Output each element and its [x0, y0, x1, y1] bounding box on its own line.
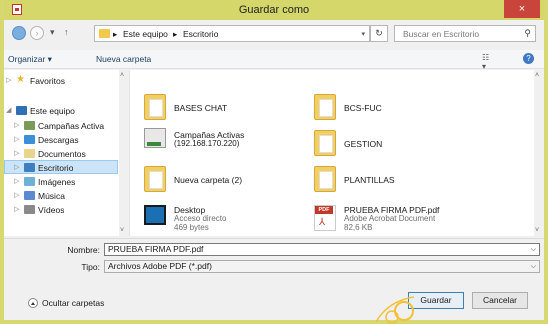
file-list: BASES CHAT BCS-FUC Campañas Activas (192…: [130, 70, 544, 236]
new-folder-button[interactable]: Nueva carpeta: [96, 54, 151, 64]
folder-icon: [314, 166, 336, 192]
help-icon[interactable]: ?: [523, 53, 534, 64]
file-item-prueba-firma-pdf[interactable]: PDF ⅄ PRUEBA FIRMA PDF.pdf Adobe Acrobat…: [314, 205, 484, 233]
nav-item-descargas[interactable]: ▷ Descargas: [4, 133, 118, 147]
save-dialog: Guardar como × › ▾ ↑ ▸ Este equipo ▸ Esc…: [0, 0, 548, 324]
hide-folders-button[interactable]: Ocultar carpetas: [42, 298, 104, 308]
music-icon: [24, 191, 35, 200]
collapse-icon[interactable]: [28, 298, 38, 308]
nav-item-documentos[interactable]: ▷ Documentos: [4, 147, 118, 161]
search-icon: ⚲: [524, 28, 531, 38]
network-drive-icon: [24, 121, 35, 130]
computer-icon: [16, 106, 27, 115]
folder-icon: [314, 94, 336, 120]
breadcrumb-separator: ▸: [113, 29, 118, 39]
organize-button[interactable]: Organizar ▾: [8, 54, 52, 65]
desktop-icon: [24, 163, 35, 172]
downloads-icon: [24, 135, 35, 144]
address-dropdown-icon[interactable]: ▾: [361, 30, 365, 38]
file-item-gestion[interactable]: GESTION: [314, 130, 484, 158]
nav-item-imagenes[interactable]: ▷ Imágenes: [4, 175, 118, 189]
filetype-label: Tipo:: [81, 262, 100, 272]
file-item-campanas-activas[interactable]: Campañas Activas (192.168.170.220): [144, 128, 314, 156]
breadcrumb-este-equipo[interactable]: Este equipo: [123, 29, 168, 39]
folder-icon: [314, 130, 336, 156]
breadcrumb-separator: ▸: [173, 29, 178, 39]
network-folder-icon: [144, 128, 166, 148]
documents-icon: [24, 149, 35, 158]
folder-icon: [144, 94, 166, 120]
cancel-button[interactable]: Cancelar: [472, 292, 528, 309]
nav-item-musica[interactable]: ▷ Música: [4, 189, 118, 203]
videos-icon: [24, 205, 35, 214]
file-item-plantillas[interactable]: PLANTILLAS: [314, 166, 484, 194]
nav-item-favoritos[interactable]: ▷ ★ Favoritos: [4, 74, 118, 88]
search-placeholder: Buscar en Escritorio: [403, 29, 480, 39]
pictures-icon: [24, 177, 35, 186]
folder-icon: [144, 166, 166, 192]
cursor-highlight-icon: [375, 296, 415, 324]
title-bar[interactable]: Guardar como ×: [4, 0, 544, 20]
nav-item-campanas-activas[interactable]: ▷ Campañas Activa: [4, 119, 118, 133]
file-list-scrollbar[interactable]: ˄ ˅: [534, 70, 544, 236]
chevron-down-icon[interactable]: ⌵: [531, 244, 536, 255]
search-input[interactable]: Buscar en Escritorio ⚲: [394, 25, 536, 42]
back-button[interactable]: [12, 26, 26, 40]
breadcrumb-escritorio[interactable]: Escritorio: [183, 29, 218, 39]
file-item-nueva-carpeta[interactable]: Nueva carpeta (2): [144, 166, 314, 194]
dialog-footer: Ocultar carpetas Guardar Cancelar: [4, 282, 544, 320]
view-options-icon[interactable]: ☷ ▾: [482, 53, 494, 71]
dialog-body: › ▾ ↑ ▸ Este equipo ▸ Escritorio ▾ ↻ Bus…: [4, 20, 544, 320]
recent-dropdown-icon[interactable]: ▾: [50, 27, 55, 38]
address-row: › ▾ ↑ ▸ Este equipo ▸ Escritorio ▾ ↻ Bus…: [4, 24, 544, 46]
save-options-form: Nombre: PRUEBA FIRMA PDF.pdf ⌵ Tipo: Arc…: [4, 238, 544, 279]
chevron-down-icon[interactable]: ⌵: [531, 261, 536, 272]
filetype-select[interactable]: Archivos Adobe PDF (*.pdf) ⌵: [104, 260, 540, 273]
file-item-bases-chat[interactable]: BASES CHAT: [144, 94, 314, 122]
navigation-pane: ▷ ★ Favoritos ◢ Este equipo ▷ Campañas A…: [4, 70, 130, 236]
nav-scrollbar[interactable]: ˄ ˅: [119, 70, 129, 236]
star-icon: ★: [16, 74, 25, 85]
nav-item-este-equipo[interactable]: ◢ Este equipo: [4, 104, 118, 118]
shortcut-icon: [144, 205, 166, 225]
file-item-desktop-shortcut[interactable]: Desktop Acceso directo 469 bytes: [144, 205, 314, 233]
file-item-bcs-fuc[interactable]: BCS-FUC: [314, 94, 484, 122]
filename-input[interactable]: PRUEBA FIRMA PDF.pdf ⌵: [104, 243, 540, 256]
nav-item-escritorio[interactable]: ▷ Escritorio: [4, 160, 118, 174]
nav-item-videos[interactable]: ▷ Vídeos: [4, 203, 118, 217]
dialog-title: Guardar como: [238, 4, 310, 16]
refresh-button[interactable]: ↻: [370, 25, 388, 42]
folder-icon: [99, 29, 110, 38]
command-bar: Organizar ▾ Nueva carpeta ☷ ▾ ?: [4, 50, 544, 71]
pdf-file-icon: PDF ⅄: [314, 205, 336, 231]
up-arrow-icon[interactable]: ↑: [64, 27, 69, 37]
address-bar[interactable]: ▸ Este equipo ▸ Escritorio ▾: [94, 25, 370, 42]
filename-label: Nombre:: [67, 245, 100, 255]
forward-button[interactable]: ›: [30, 26, 44, 40]
close-button[interactable]: ×: [504, 0, 540, 18]
